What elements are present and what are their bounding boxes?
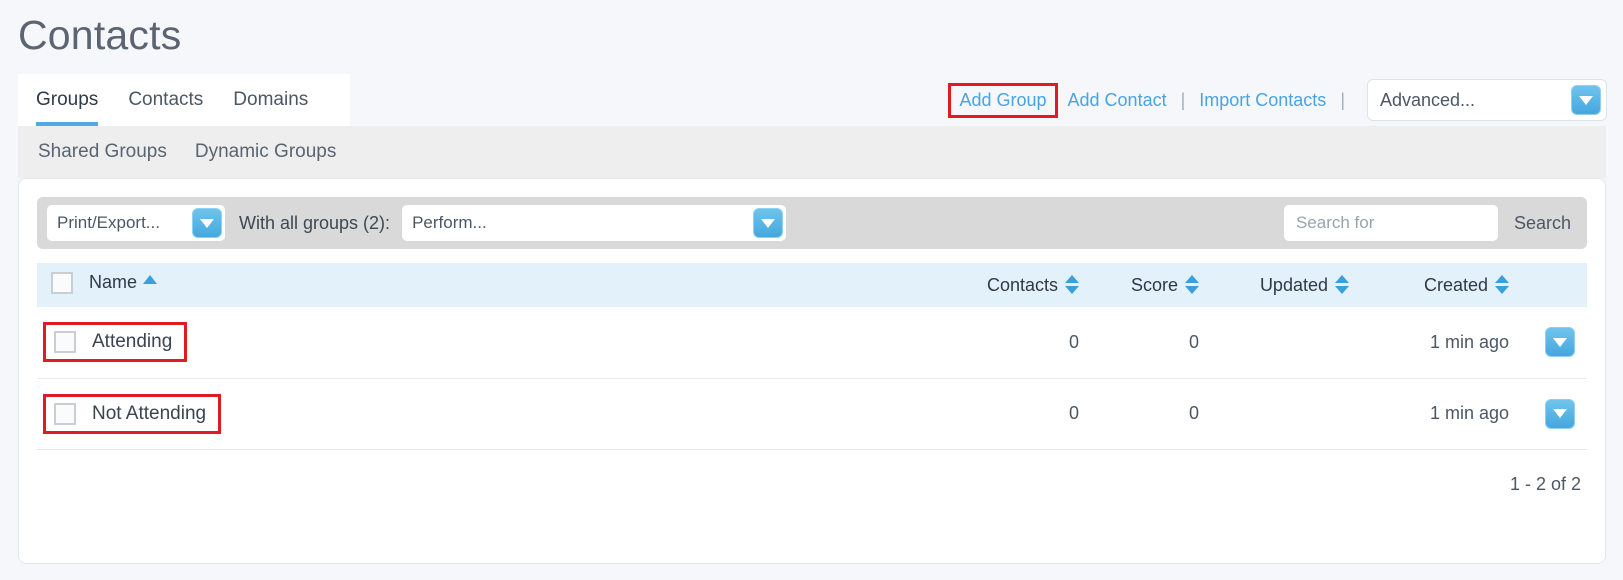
- column-header-score[interactable]: Score: [1091, 263, 1211, 307]
- primary-tab-bar: Groups Contacts Domains: [18, 74, 350, 126]
- table-row[interactable]: Not Attending 0 0 1 min ago: [37, 378, 1587, 450]
- column-header-contacts[interactable]: Contacts: [951, 263, 1091, 307]
- search-input[interactable]: [1283, 205, 1498, 241]
- sort-both-icon: [1065, 274, 1079, 294]
- table-body: Attending 0 0 1 min ago Not Attending 0 …: [37, 307, 1587, 450]
- add-group-link[interactable]: Add Group: [948, 82, 1058, 118]
- chevron-down-icon[interactable]: [753, 208, 784, 238]
- row-actions-dropdown[interactable]: [1545, 398, 1575, 429]
- column-header-created[interactable]: Created: [1361, 263, 1521, 307]
- action-separator-1: |: [1180, 89, 1186, 110]
- row-select-checkbox[interactable]: [54, 331, 76, 354]
- tab-contacts-label: Contacts: [128, 89, 204, 110]
- groups-table: Name Contacts Score Updated Created Atte…: [37, 263, 1587, 450]
- column-header-actions: [1521, 263, 1587, 307]
- groups-card: Print/Export... With all groups (2): Per…: [18, 178, 1606, 564]
- action-separator-2: |: [1340, 89, 1345, 110]
- row-contacts-value: 0: [951, 378, 1091, 450]
- row-actions-cell: [1521, 307, 1587, 379]
- row-updated-value: [1211, 378, 1361, 450]
- tab-domains-label: Domains: [233, 89, 309, 110]
- row-actions-cell: [1521, 378, 1587, 450]
- header-actions: Add Group Add Contact | Import Contacts …: [948, 78, 1607, 122]
- with-all-groups-label: With all groups (2):: [239, 212, 391, 233]
- column-header-updated-label: Updated: [1259, 274, 1328, 295]
- chevron-down-icon[interactable]: [1571, 85, 1601, 115]
- row-select-checkbox[interactable]: [54, 402, 76, 425]
- tab-shared-groups[interactable]: Shared Groups: [38, 141, 167, 163]
- column-header-name[interactable]: Name: [37, 263, 951, 307]
- row-name-label: Attending: [92, 331, 173, 353]
- secondary-tab-bar: Shared Groups Dynamic Groups: [18, 126, 1606, 178]
- row-score-value: 0: [1091, 378, 1211, 450]
- pagination-summary: 1 - 2 of 2: [1509, 473, 1581, 494]
- row-name-cell: Attending: [37, 307, 951, 379]
- column-header-score-label: Score: [1130, 274, 1178, 295]
- sort-both-icon: [1185, 274, 1199, 294]
- tab-contacts[interactable]: Contacts: [128, 74, 203, 126]
- row-name-highlight: Not Attending: [43, 393, 222, 434]
- row-name-highlight: Attending: [43, 322, 188, 363]
- import-contacts-link[interactable]: Import Contacts: [1195, 87, 1330, 114]
- perform-action-value: Perform...: [412, 213, 487, 232]
- row-name-cell: Not Attending: [37, 378, 951, 450]
- row-created-value: 1 min ago: [1361, 378, 1521, 450]
- add-contact-link[interactable]: Add Contact: [1064, 87, 1171, 114]
- advanced-dropdown-value: Advanced...: [1380, 89, 1476, 110]
- tab-dynamic-groups[interactable]: Dynamic Groups: [195, 141, 337, 163]
- chevron-down-icon[interactable]: [192, 208, 222, 238]
- search-button[interactable]: Search: [1514, 213, 1571, 234]
- sort-both-icon: [1335, 274, 1349, 294]
- column-header-contacts-label: Contacts: [986, 274, 1058, 295]
- row-contacts-value: 0: [951, 307, 1091, 379]
- column-header-created-label: Created: [1423, 274, 1488, 295]
- perform-action-dropdown[interactable]: Perform...: [402, 205, 787, 241]
- sort-ascending-icon: [143, 275, 158, 284]
- advanced-dropdown[interactable]: Advanced...: [1367, 79, 1607, 121]
- table-header: Name Contacts Score Updated Created: [37, 263, 1587, 307]
- page-title: Contacts: [18, 12, 182, 58]
- tab-domains[interactable]: Domains: [233, 74, 308, 126]
- tab-groups-label: Groups: [36, 89, 99, 110]
- row-score-value: 0: [1091, 307, 1211, 379]
- print-export-dropdown[interactable]: Print/Export...: [47, 205, 225, 241]
- print-export-value: Print/Export...: [57, 213, 160, 232]
- select-all-checkbox[interactable]: [51, 271, 73, 294]
- table-header-row: Name Contacts Score Updated Created: [37, 263, 1587, 307]
- sort-both-icon: [1495, 274, 1509, 294]
- grid-toolbar: Print/Export... With all groups (2): Per…: [37, 197, 1587, 249]
- row-name-label: Not Attending: [92, 402, 207, 424]
- tab-groups[interactable]: Groups: [36, 74, 99, 126]
- row-actions-dropdown[interactable]: [1545, 327, 1575, 358]
- row-updated-value: [1211, 307, 1361, 379]
- column-header-name-label: Name: [89, 272, 138, 292]
- row-created-value: 1 min ago: [1361, 307, 1521, 379]
- column-header-updated[interactable]: Updated: [1211, 263, 1361, 307]
- table-row[interactable]: Attending 0 0 1 min ago: [37, 307, 1587, 379]
